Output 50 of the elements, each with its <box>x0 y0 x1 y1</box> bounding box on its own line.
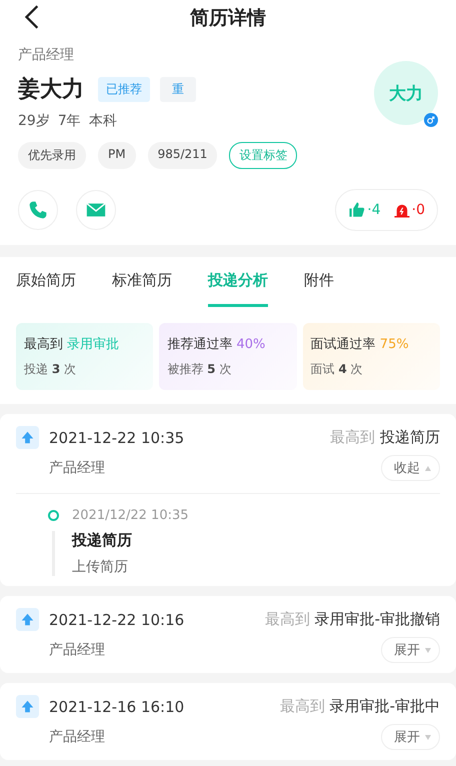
duplicate-badge: 重 <box>160 76 196 102</box>
upload-icon <box>16 608 39 631</box>
caret-icon <box>425 648 431 652</box>
like-count: ·4 <box>367 202 381 218</box>
tag-chip: 985/211 <box>148 142 218 169</box>
record-position: 产品经理 <box>49 641 105 659</box>
record-time: 2021-12-16 16:10 <box>49 698 184 716</box>
stat-count: 面试 4 次 <box>310 361 364 378</box>
stat-count: 被推荐 5 次 <box>167 361 232 378</box>
event-title: 投递简历 <box>72 531 133 550</box>
tab[interactable]: 附件 <box>304 257 334 307</box>
toggle-button[interactable]: 展开 <box>381 724 440 750</box>
avatar: 大力 <box>374 61 438 125</box>
event-time: 2021/12/22 10:35 <box>72 508 190 523</box>
stat-label: 面试通过率 75% <box>310 336 410 353</box>
stat-count: 投递 3 次 <box>24 361 78 378</box>
record-stage: 最高到 录用审批-审批中 <box>280 697 440 716</box>
record-stage: 最高到 录用审批-审批撤销 <box>264 610 440 629</box>
job-title: 产品经理 <box>18 46 75 64</box>
status-badge: 已推荐 <box>98 76 150 102</box>
toggle-button[interactable]: 收起 <box>381 455 440 481</box>
thumbs-up-icon <box>348 201 366 219</box>
candidate-info: 7年 <box>58 112 81 130</box>
candidate-info: 本科 <box>88 112 117 130</box>
male-icon <box>424 113 438 127</box>
candidate-info: 29岁 <box>18 112 50 130</box>
tab[interactable]: 原始简历 <box>16 257 76 307</box>
record-position: 产品经理 <box>49 728 105 746</box>
tag-chip: PM <box>98 142 136 169</box>
call-button[interactable] <box>18 190 58 230</box>
page-title: 简历详情 <box>190 6 266 31</box>
caret-icon <box>425 466 431 470</box>
record-stage: 最高到 投递简历 <box>330 428 440 447</box>
alert-count: ·0 <box>412 202 425 218</box>
phone-icon <box>28 200 48 220</box>
toggle-button[interactable]: 展开 <box>381 637 440 663</box>
stat-label: 推荐通过率 40% <box>167 336 266 353</box>
record-time: 2021-12-22 10:35 <box>49 428 184 446</box>
timeline-dot <box>48 510 59 521</box>
upload-icon <box>16 695 39 718</box>
tab[interactable]: 标准简历 <box>112 257 172 307</box>
email-button[interactable] <box>76 190 116 230</box>
upload-icon <box>16 426 39 449</box>
record-time: 2021-12-22 10:16 <box>49 610 184 628</box>
stat-label: 最高到 录用审批 <box>24 336 120 353</box>
tag-chip: 优先录用 <box>18 142 86 169</box>
caret-icon <box>425 734 431 740</box>
candidate-name: 姜大力 <box>18 76 84 104</box>
record-position: 产品经理 <box>49 459 105 477</box>
event-detail: 上传简历 <box>72 558 129 576</box>
